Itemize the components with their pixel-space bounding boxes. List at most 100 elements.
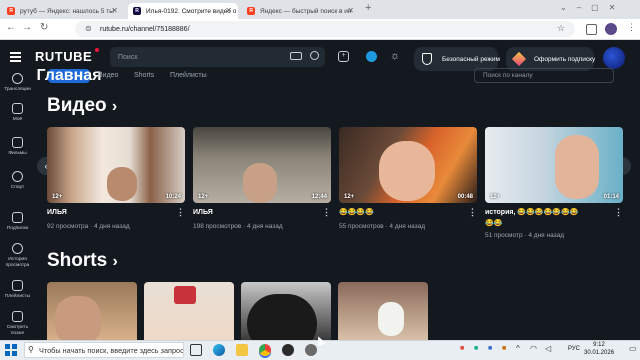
- sidebar-item-label: Трансляции: [4, 87, 31, 92]
- tab-main[interactable]: Главная: [36, 67, 101, 84]
- search-icon[interactable]: [310, 51, 319, 60]
- hamburger-menu-icon[interactable]: [10, 52, 21, 62]
- video-thumbnail[interactable]: 12+ 12:44: [193, 127, 331, 203]
- app-icon[interactable]: [305, 344, 317, 356]
- browser-tab-1[interactable]: Я рутуб — Яндекс: нашлось 5 ты ✕: [2, 3, 124, 19]
- forward-icon[interactable]: →: [22, 22, 32, 33]
- video-thumbnail[interactable]: 12+ 10:24: [47, 127, 185, 203]
- search-input[interactable]: Поиск: [110, 47, 325, 67]
- age-rating-badge: 12+: [344, 194, 355, 200]
- tray-app-icon[interactable]: ■: [474, 345, 478, 352]
- video-date: 4 дня назад: [247, 223, 283, 230]
- age-rating-badge: 12+: [198, 194, 209, 200]
- back-icon[interactable]: ←: [6, 22, 16, 33]
- close-icon[interactable]: ✕: [111, 6, 118, 15]
- short-thumbnail[interactable]: [144, 282, 234, 340]
- reload-icon[interactable]: ↻: [40, 22, 48, 33]
- sidebar-item-history[interactable]: История просмотра: [0, 243, 35, 268]
- sidebar-item-watch-later[interactable]: Смотреть позже: [0, 311, 35, 336]
- theme-toggle-icon[interactable]: ☼: [390, 50, 400, 62]
- upload-icon[interactable]: +: [338, 51, 349, 62]
- tab-videos[interactable]: Видео: [98, 72, 118, 79]
- more-options-icon[interactable]: ⋮: [468, 207, 477, 218]
- profile-avatar[interactable]: [605, 23, 617, 35]
- tab-shorts[interactable]: Shorts: [134, 72, 154, 79]
- video-title[interactable]: 😂😂😂😂: [339, 208, 374, 216]
- video-title-line2[interactable]: 😂😂: [485, 219, 502, 227]
- short-thumbnail[interactable]: [338, 282, 428, 340]
- video-title[interactable]: история, 😂😂😂😂😂😂😂: [485, 208, 613, 216]
- section-title-text: Shorts: [47, 250, 108, 271]
- notifications-icon[interactable]: [366, 51, 377, 62]
- tab-label: рутуб — Яндекс: нашлось 5 ты: [20, 7, 114, 15]
- short-thumbnail[interactable]: [241, 282, 331, 340]
- new-tab-button[interactable]: +: [365, 2, 371, 14]
- history-icon: [12, 243, 23, 254]
- window-controls[interactable]: ⌄–▢✕: [560, 3, 625, 12]
- duration-badge: 01:14: [603, 194, 619, 200]
- sidebar-item-subscriptions[interactable]: Подписки: [0, 212, 35, 232]
- safe-mode-label: Безопасный режим: [442, 55, 500, 63]
- sidebar-item-playlists[interactable]: Плейлисты: [0, 280, 35, 300]
- sidebar-item-label: Плейлисты: [4, 294, 31, 299]
- video-thumbnail[interactable]: 12+ 01:14: [485, 127, 623, 203]
- video-thumbnail[interactable]: 12+ 00:48: [339, 127, 477, 203]
- clock-time: 9:12: [593, 342, 605, 348]
- notification-center-icon[interactable]: ▭: [629, 344, 637, 353]
- recorder-app-icon[interactable]: [282, 344, 294, 356]
- tab-label: Илья-0192. Смотрите видео о: [146, 7, 237, 15]
- sidebar-item-films[interactable]: Фильмы: [0, 137, 35, 157]
- bookmark-star-icon[interactable]: ☆: [557, 23, 565, 34]
- more-options-icon[interactable]: ⋮: [176, 207, 185, 218]
- section-title-shorts[interactable]: Shorts ›: [47, 250, 118, 272]
- chevron-up-icon[interactable]: ^: [516, 344, 520, 353]
- chevron-right-icon: ›: [111, 98, 118, 115]
- video-views: 51 просмотр: [485, 232, 523, 239]
- language-indicator[interactable]: РУС: [568, 346, 580, 352]
- section-title-videos[interactable]: Видео ›: [47, 95, 117, 117]
- edge-icon[interactable]: [213, 344, 225, 356]
- file-explorer-icon[interactable]: [236, 344, 248, 356]
- taskbar-search-input[interactable]: ⚲ Чтобы начать поиск, введите здесь запр…: [24, 342, 184, 358]
- sidebar-item-sport[interactable]: Спорт: [0, 171, 35, 191]
- playlists-icon: [12, 280, 23, 291]
- subscribe-label: Оформить подписку: [534, 55, 596, 63]
- volume-icon[interactable]: ◁: [545, 344, 551, 353]
- short-thumbnail[interactable]: [47, 282, 137, 340]
- rutube-logo[interactable]: RUTUBE: [35, 49, 92, 64]
- browser-tab-3[interactable]: Я Яндекс — быстрый поиск в ин ✕: [242, 3, 360, 19]
- channel-search-input[interactable]: Поиск по каналу: [474, 68, 614, 83]
- tray-app-icon[interactable]: ■: [488, 345, 492, 352]
- clock-date: 30.01.2026: [584, 350, 615, 357]
- keyboard-icon[interactable]: [290, 52, 302, 60]
- chrome-icon[interactable]: [259, 344, 271, 356]
- start-button[interactable]: [5, 344, 17, 356]
- shield-icon: [422, 53, 432, 65]
- sidebar-item-my[interactable]: Моё: [0, 103, 35, 123]
- close-icon[interactable]: ✕: [347, 6, 354, 15]
- yandex-icon: Я: [247, 7, 255, 15]
- video-title[interactable]: ИЛЬЯ: [47, 209, 67, 216]
- sidebar-item-label: Подписки: [6, 226, 29, 231]
- task-view-icon[interactable]: [190, 344, 202, 356]
- video-meta: 51 просмотр · 4 дня назад: [485, 232, 565, 239]
- tab-playlists[interactable]: Плейлисты: [170, 72, 207, 79]
- extensions-icon[interactable]: [586, 24, 597, 35]
- wifi-icon[interactable]: ◠: [530, 344, 537, 353]
- taskbar-search-placeholder: Чтобы начать поиск, введите здесь запрос: [39, 345, 184, 355]
- browser-tab-2[interactable]: R Илья-0192. Смотрите видео о ✕: [128, 3, 238, 19]
- close-icon[interactable]: ✕: [225, 6, 232, 15]
- browser-menu-icon[interactable]: ⋮: [627, 22, 636, 33]
- url-field[interactable]: ⊜ rutube.ru/channel/75188886/: [75, 21, 575, 37]
- more-options-icon[interactable]: ⋮: [614, 207, 623, 218]
- tray-app-icon[interactable]: ■: [502, 345, 506, 352]
- user-avatar[interactable]: [603, 47, 625, 69]
- more-options-icon[interactable]: ⋮: [322, 207, 331, 218]
- site-info-icon[interactable]: ⊜: [85, 24, 92, 33]
- taskbar-clock[interactable]: 9:12 30.01.2026: [584, 341, 614, 357]
- video-title[interactable]: ИЛЬЯ: [193, 209, 213, 216]
- tray-app-icon[interactable]: ■: [460, 345, 464, 352]
- sidebar-item-broadcasts[interactable]: Трансляции: [0, 73, 35, 93]
- video-views: 92 просмотра: [47, 223, 89, 230]
- channel-search-placeholder: Поиск по каналу: [483, 72, 533, 79]
